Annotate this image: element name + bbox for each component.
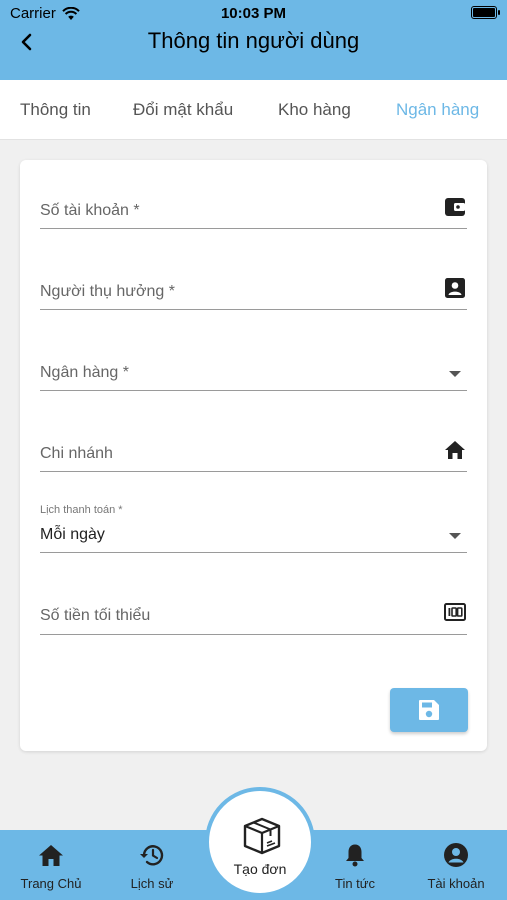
tab-bank[interactable]: Ngân hàng xyxy=(396,100,479,120)
bank-form-card: Số tài khoản * Người thụ hưởng * Ngân hà… xyxy=(20,160,487,751)
branch-field[interactable]: Chi nhánh xyxy=(40,433,467,472)
save-button[interactable] xyxy=(390,688,468,732)
branch-placeholder: Chi nhánh xyxy=(40,445,113,462)
beneficiary-placeholder: Người thụ hưởng * xyxy=(40,283,175,300)
home-icon xyxy=(443,438,467,462)
nav-account-label: Tài khoản xyxy=(427,876,485,891)
nav-news[interactable]: Tin tức xyxy=(310,842,400,891)
min-amount-placeholder: Số tiền tối thiểu xyxy=(40,607,151,624)
payment-schedule-value: Mỗi ngày xyxy=(40,526,105,543)
app-header: Carrier 10:03 PM Thông tin người dùng xyxy=(0,0,507,80)
beneficiary-field[interactable]: Người thụ hưởng * xyxy=(40,271,467,310)
tab-info[interactable]: Thông tin xyxy=(20,100,91,120)
account-number-field[interactable]: Số tài khoản * xyxy=(40,190,467,229)
hundred-icon xyxy=(443,600,467,624)
tab-change-password[interactable]: Đổi mật khẩu xyxy=(133,100,233,120)
bank-placeholder: Ngân hàng * xyxy=(40,364,129,381)
nav-account[interactable]: Tài khoản xyxy=(411,842,501,891)
history-icon xyxy=(140,845,164,866)
tab-warehouse[interactable]: Kho hàng xyxy=(278,100,351,120)
nav-home-label: Trang Chủ xyxy=(20,876,82,891)
contact-card-icon xyxy=(443,276,467,300)
save-icon xyxy=(419,700,439,720)
nav-history[interactable]: Lịch sử xyxy=(107,842,197,891)
create-order-button[interactable]: Tạo đơn xyxy=(205,787,315,897)
status-bar: Carrier 10:03 PM xyxy=(0,0,507,28)
home-icon xyxy=(39,844,63,866)
account-icon xyxy=(444,843,468,867)
payment-schedule-label: Lịch thanh toán * xyxy=(40,504,123,516)
bank-select[interactable]: Ngân hàng * xyxy=(40,352,467,391)
nav-history-label: Lịch sử xyxy=(130,876,174,891)
dropdown-arrow-icon xyxy=(443,524,467,548)
account-number-placeholder: Số tài khoản * xyxy=(40,202,140,219)
min-amount-field[interactable]: Số tiền tối thiểu xyxy=(40,595,467,635)
wallet-icon xyxy=(443,195,467,219)
page-title: Thông tin người dùng xyxy=(147,28,360,53)
create-order-label: Tạo đơn xyxy=(233,861,287,877)
battery-icon xyxy=(471,6,500,19)
bell-icon xyxy=(346,844,364,867)
nav-news-label: Tin tức xyxy=(334,876,375,891)
tab-bar: Thông tin Đổi mật khẩu Kho hàng Ngân hàn… xyxy=(0,80,507,140)
package-icon xyxy=(243,817,281,855)
status-time: 10:03 PM xyxy=(220,5,287,22)
payment-schedule-select[interactable]: Lịch thanh toán * Mỗi ngày xyxy=(40,502,467,553)
nav-home[interactable]: Trang Chủ xyxy=(6,842,96,891)
dropdown-arrow-icon xyxy=(443,362,467,386)
